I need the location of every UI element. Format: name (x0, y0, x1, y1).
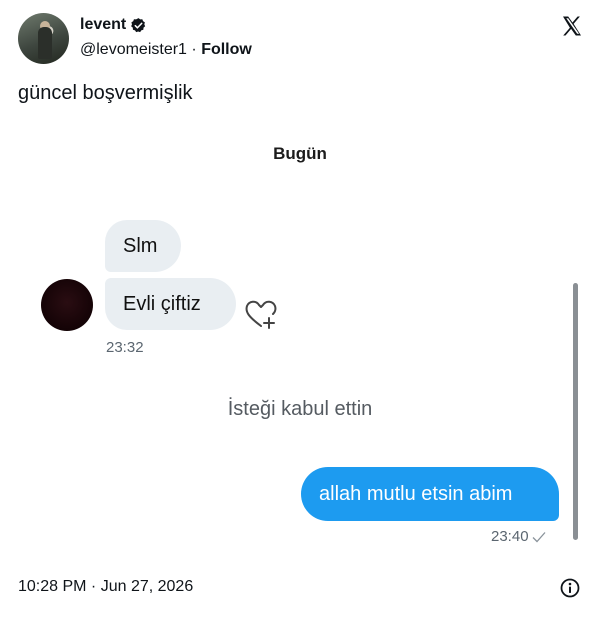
checkmark-icon (532, 531, 546, 542)
incoming-time: 23:32 (106, 339, 144, 356)
author-name-row: levent (80, 16, 147, 34)
day-label: Bugün (273, 144, 327, 163)
scrollbar (573, 283, 578, 540)
author-avatar[interactable] (18, 13, 69, 64)
outgoing-time: 23:40 (491, 528, 529, 545)
request-accepted-note: İsteği kabul ettin (227, 398, 373, 420)
separator: · (191, 41, 197, 58)
verified-badge-icon (131, 17, 146, 32)
follow-button[interactable]: Follow (201, 41, 252, 58)
handle-row: @levomeister1 · Follow (80, 41, 252, 59)
outgoing-message: allah mutlu etsin abim (301, 467, 559, 521)
info-icon[interactable] (560, 578, 580, 598)
incoming-message: Evli çiftiz (105, 278, 236, 330)
author-name[interactable]: levent (80, 16, 126, 34)
incoming-message: Slm (105, 220, 181, 272)
author-handle[interactable]: @levomeister1 (80, 41, 187, 58)
sender-avatar (41, 279, 93, 331)
tweet-text: güncel boşvermişlik (18, 82, 193, 104)
heart-plus-icon (245, 300, 277, 329)
outgoing-time-row: 23:40 (491, 528, 546, 545)
x-logo-icon[interactable] (560, 14, 584, 38)
tweet-timestamp[interactable]: 10:28 PM · Jun 27, 2026 (18, 578, 193, 596)
